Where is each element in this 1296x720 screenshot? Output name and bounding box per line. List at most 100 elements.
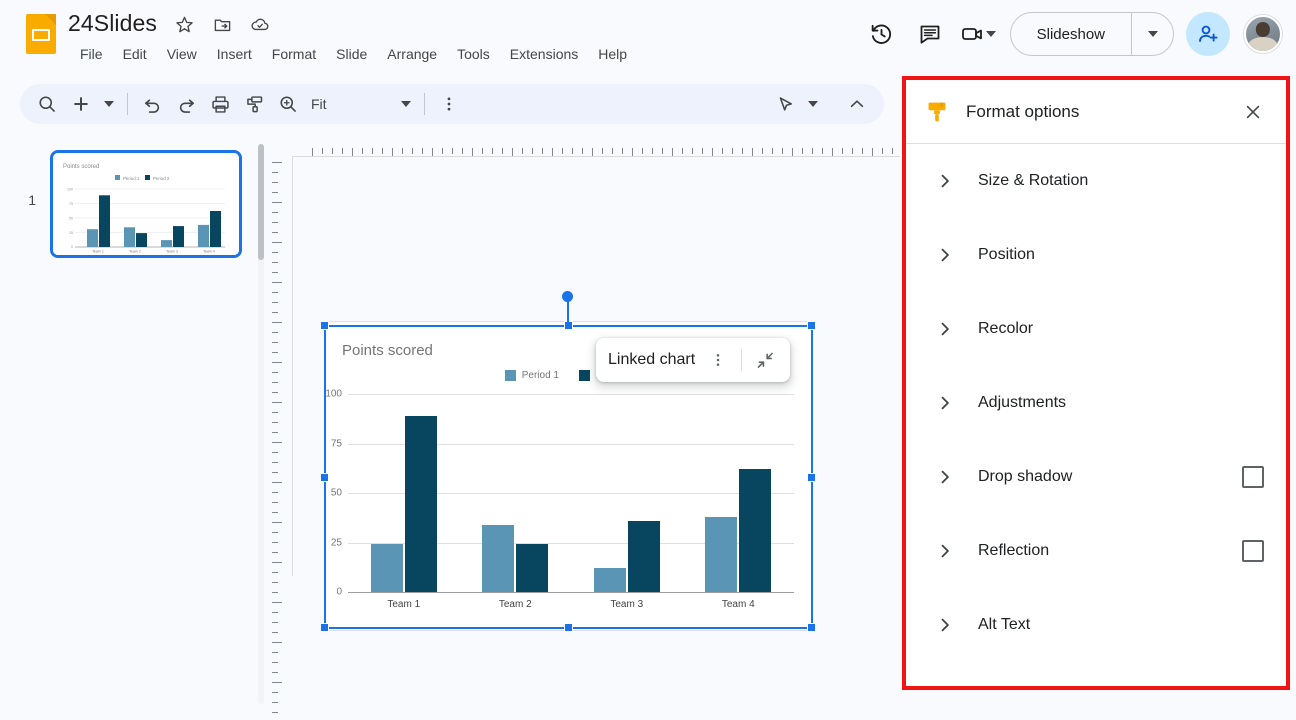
- ruler-tick: [662, 148, 663, 154]
- ruler-tick: [272, 182, 278, 183]
- avatar[interactable]: [1244, 15, 1282, 53]
- ruler-tick: [272, 692, 278, 693]
- ruler-tick: [272, 642, 282, 643]
- vertical-ruler[interactable]: [270, 162, 284, 718]
- ruler-tick: [272, 582, 278, 583]
- new-slide-plus-icon[interactable]: [64, 87, 98, 121]
- menu-edit[interactable]: Edit: [113, 43, 157, 65]
- more-vertical-icon[interactable]: [432, 87, 466, 121]
- chart-bar: [705, 516, 738, 592]
- more-vertical-icon[interactable]: [705, 345, 731, 375]
- rotate-handle[interactable]: [562, 291, 573, 302]
- search-icon[interactable]: [30, 87, 64, 121]
- ruler-tick: [532, 148, 533, 154]
- menu-extensions[interactable]: Extensions: [500, 43, 588, 65]
- resize-handle-bottom-left[interactable]: [320, 623, 329, 632]
- zoom-dropdown-icon[interactable]: [395, 87, 417, 121]
- print-icon[interactable]: [203, 87, 237, 121]
- present-video-icon: [961, 28, 982, 40]
- toolbar-divider-2: [424, 93, 425, 115]
- close-icon[interactable]: [1238, 97, 1268, 127]
- menu-bar: File Edit View Insert Format Slide Arran…: [70, 43, 637, 65]
- svg-text:75: 75: [69, 202, 73, 206]
- ruler-tick: [722, 148, 723, 154]
- collapse-diagonal-icon[interactable]: [752, 345, 778, 375]
- paint-format-icon[interactable]: [237, 87, 271, 121]
- undo-icon[interactable]: [135, 87, 169, 121]
- chevron-up-icon[interactable]: [840, 87, 874, 121]
- format-options-list: Size & Rotation Position Recolor Adjustment…: [906, 144, 1286, 686]
- top-bar: 24Slides File Edit View Insert Format Sl…: [0, 0, 1296, 74]
- ruler-tick: [572, 148, 573, 154]
- ruler-tick: [272, 442, 282, 443]
- chevron-down-icon: [1147, 31, 1158, 37]
- format-row-size-rotation[interactable]: Size & Rotation: [906, 144, 1286, 218]
- format-row-position[interactable]: Position: [906, 218, 1286, 292]
- ruler-tick: [332, 148, 333, 154]
- resize-handle-top-right[interactable]: [807, 321, 816, 330]
- ruler-tick: [272, 322, 282, 323]
- format-row-adjustments[interactable]: Adjustments: [906, 366, 1286, 440]
- cursor-dropdown-icon[interactable]: [802, 87, 824, 121]
- menu-insert[interactable]: Insert: [207, 43, 262, 65]
- chevron-right-icon[interactable]: [934, 318, 956, 340]
- slideshow-dropdown-button[interactable]: [1131, 13, 1173, 55]
- redo-icon[interactable]: [169, 87, 203, 121]
- resize-handle-middle-right[interactable]: [807, 473, 816, 482]
- resize-handle-bottom-right[interactable]: [807, 623, 816, 632]
- menu-slide[interactable]: Slide: [326, 43, 377, 65]
- select-cursor-icon[interactable]: [768, 87, 802, 121]
- resize-handle-top-left[interactable]: [320, 321, 329, 330]
- document-title[interactable]: 24Slides: [68, 10, 157, 37]
- menu-view[interactable]: View: [157, 43, 207, 65]
- menu-tools[interactable]: Tools: [447, 43, 500, 65]
- format-row-checkbox[interactable]: [1242, 466, 1264, 488]
- ruler-tick: [622, 148, 623, 154]
- format-row-checkbox[interactable]: [1242, 540, 1264, 562]
- format-row-alt-text[interactable]: Alt Text: [906, 588, 1286, 662]
- ruler-tick: [272, 432, 278, 433]
- chevron-down-icon[interactable]: [985, 31, 996, 37]
- chevron-right-icon[interactable]: [934, 466, 956, 488]
- thumbnail-chart-preview: Points scored Period 1 Period 2 100 75 50 2…: [53, 153, 239, 255]
- chevron-right-icon[interactable]: [934, 614, 956, 636]
- move-to-folder-icon[interactable]: [210, 12, 234, 36]
- filmstrip-scrollbar[interactable]: [258, 144, 264, 704]
- format-row-drop-shadow[interactable]: Drop shadow: [906, 440, 1286, 514]
- filmstrip-scrollbar-thumb[interactable]: [258, 144, 264, 260]
- share-button[interactable]: [1186, 12, 1230, 56]
- chevron-right-icon[interactable]: [934, 244, 956, 266]
- chevron-right-icon[interactable]: [934, 170, 956, 192]
- zoom-icon[interactable]: [271, 87, 305, 121]
- format-row-reflection[interactable]: Reflection: [906, 514, 1286, 588]
- cloud-saved-icon[interactable]: [248, 12, 272, 36]
- menu-format[interactable]: Format: [262, 43, 326, 65]
- ruler-tick: [272, 602, 282, 603]
- menu-help[interactable]: Help: [588, 43, 637, 65]
- version-history-icon[interactable]: [860, 12, 904, 56]
- star-icon[interactable]: [172, 12, 196, 36]
- ruler-tick: [442, 148, 443, 154]
- chevron-right-icon[interactable]: [934, 392, 956, 414]
- ruler-tick: [862, 148, 863, 154]
- svg-text:100: 100: [67, 188, 73, 192]
- resize-handle-middle-left[interactable]: [320, 473, 329, 482]
- zoom-level-label[interactable]: Fit: [311, 96, 365, 112]
- menu-arrange[interactable]: Arrange: [377, 43, 447, 65]
- menu-file[interactable]: File: [70, 43, 113, 65]
- present-video-button[interactable]: [956, 12, 1000, 56]
- slide-thumbnail-1[interactable]: Points scored Period 1 Period 2 100 75 50 2…: [50, 150, 242, 258]
- resize-handle-bottom-center[interactable]: [564, 623, 573, 632]
- format-row-label: Alt Text: [978, 616, 1031, 633]
- format-panel-header: Format options: [906, 80, 1286, 144]
- ruler-tick: [272, 312, 278, 313]
- format-row-recolor[interactable]: Recolor: [906, 292, 1286, 366]
- svg-text:Team 4: Team 4: [203, 250, 215, 254]
- slides-logo-icon[interactable]: [26, 14, 56, 54]
- chevron-right-icon[interactable]: [934, 540, 956, 562]
- comment-icon[interactable]: [908, 12, 952, 56]
- ruler-tick: [502, 148, 503, 154]
- chart-y-tick-label: 0: [336, 586, 342, 598]
- slideshow-button[interactable]: Slideshow: [1011, 13, 1131, 55]
- new-slide-dropdown-icon[interactable]: [98, 87, 120, 121]
